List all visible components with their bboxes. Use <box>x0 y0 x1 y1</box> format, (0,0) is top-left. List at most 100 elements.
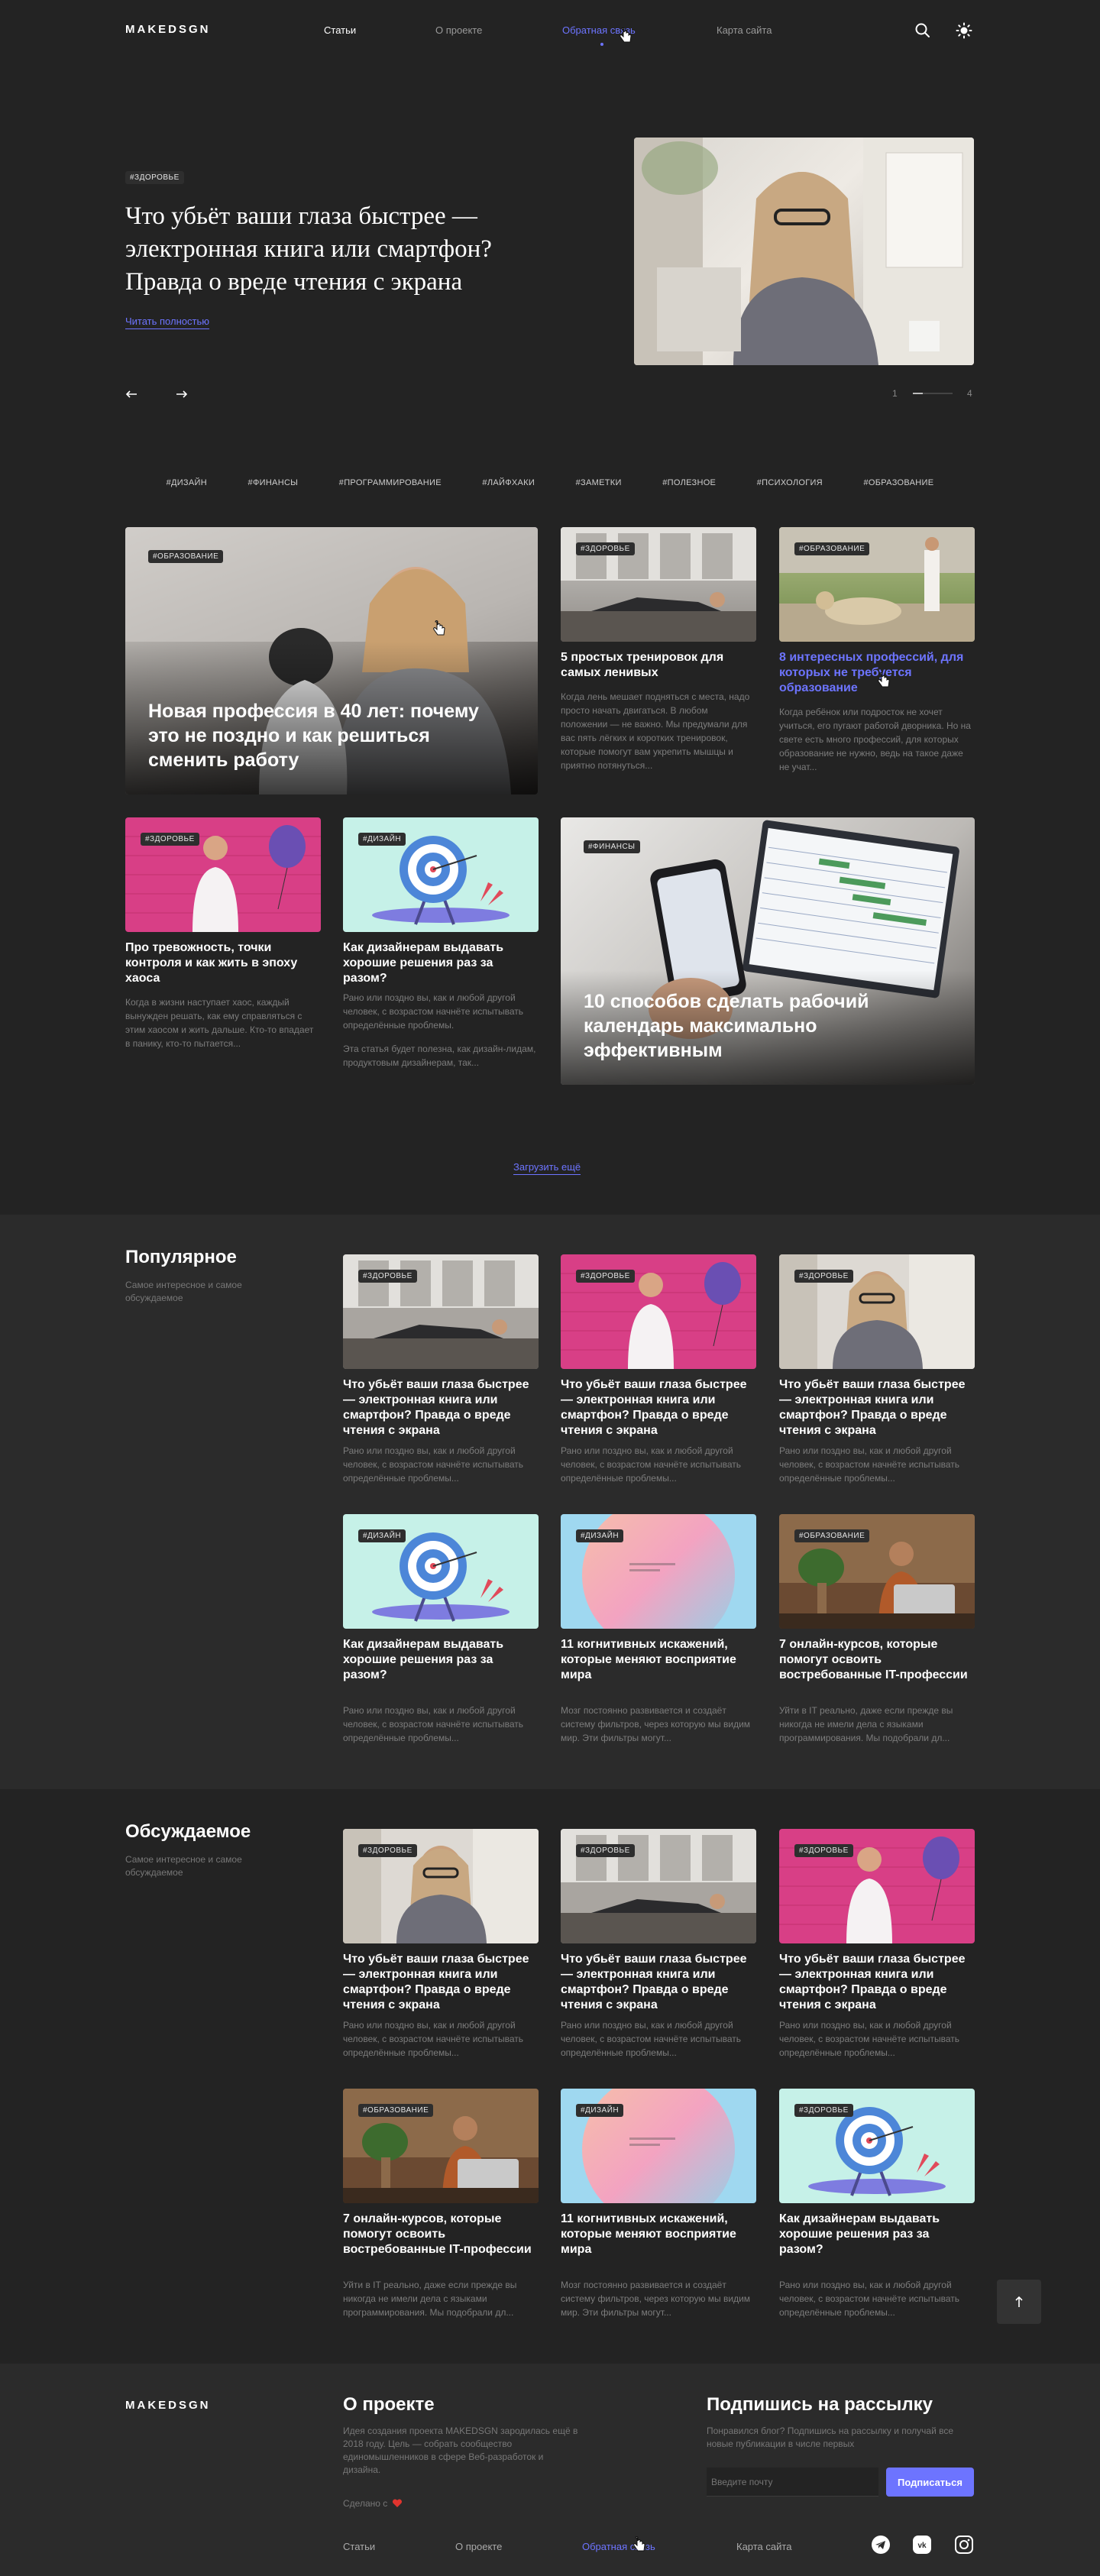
article-card[interactable]: #ДИЗАЙН 11 когнитивных искажений, которы… <box>561 2089 756 2333</box>
card-title[interactable]: 5 простых тренировок для самых ленивых <box>561 650 756 681</box>
footer-nav-sitemap[interactable]: Карта сайта <box>736 2541 791 2552</box>
hero-tag[interactable]: #ЗДОРОВЬЕ <box>125 171 184 184</box>
hero-title[interactable]: Что убьёт ваши глаза быстрее — электронн… <box>125 200 553 299</box>
article-card[interactable]: #ЗДОРОВЬЕ Что убьёт ваши глаза быстрее —… <box>343 1254 539 1499</box>
telegram-icon[interactable] <box>871 2535 891 2558</box>
article-card[interactable]: #ОБРАЗОВАНИЕ 7 онлайн-курсов, которые по… <box>779 1514 975 1759</box>
card-title[interactable]: 7 онлайн-курсов, которые помогут освоить… <box>779 1637 975 1698</box>
hero-pager-total: 4 <box>967 388 972 399</box>
hashtag-lifehacks[interactable]: #ЛАЙФХАКИ <box>482 478 535 487</box>
site-logo[interactable]: MAKEDSGN <box>125 23 211 36</box>
hashtag-finance[interactable]: #ФИНАНСЫ <box>248 478 299 487</box>
card-image[interactable]: #ЗДОРОВЬЕ <box>561 1254 756 1369</box>
card-title[interactable]: Как дизайнерам выдавать хорошие решения … <box>779 2212 975 2273</box>
card-title[interactable]: 11 когнитивных искажений, которые меняют… <box>561 1637 756 1698</box>
card-image[interactable]: #ОБРАЗОВАНИЕ <box>779 1514 975 1629</box>
hero-read-more-link[interactable]: Читать полностью <box>125 316 209 329</box>
card-tag[interactable]: #ЗДОРОВЬЕ <box>576 1270 635 1283</box>
article-card-image-workout[interactable]: #ЗДОРОВЬЕ <box>561 527 756 642</box>
article-card[interactable]: #ЗДОРОВЬЕ Как дизайнерам выдавать хороши… <box>779 2089 975 2333</box>
card-tag[interactable]: #ДИЗАЙН <box>576 1529 624 1542</box>
hashtag-psychology[interactable]: #ПСИХОЛОГИЯ <box>757 478 823 487</box>
card-excerpt: Рано или поздно вы, как и любой другой ч… <box>343 1445 524 1484</box>
card-excerpt: Мозг постоянно развивается и создаёт сис… <box>561 1705 751 1743</box>
hashtag-design[interactable]: #ДИЗАЙН <box>167 478 207 487</box>
article-card[interactable]: #ЗДОРОВЬЕ Что убьёт ваши глаза быстрее —… <box>561 1829 756 2073</box>
card-image[interactable]: #ЗДОРОВЬЕ <box>779 2089 975 2203</box>
footer-nav-articles[interactable]: Статьи <box>343 2541 375 2552</box>
card-image[interactable]: #ОБРАЗОВАНИЕ <box>343 2089 539 2203</box>
card-tag[interactable]: #ЗДОРОВЬЕ <box>358 1844 417 1857</box>
card-title[interactable]: 11 когнитивных искажений, которые меняют… <box>561 2212 756 2273</box>
card-tag[interactable]: #ЗДОРОВЬЕ <box>576 1844 635 1857</box>
card-title[interactable]: Как дизайнерам выдавать хорошие решения … <box>343 1637 539 1698</box>
article-card[interactable]: #ДИЗАЙН Как дизайнерам выдавать хорошие … <box>343 1514 539 1759</box>
card-title[interactable]: 7 онлайн-курсов, которые помогут освоить… <box>343 2212 539 2273</box>
card-title[interactable]: Как дизайнерам выдавать хорошие решения … <box>343 940 539 986</box>
card-title[interactable]: 10 способов сделать рабочий календарь ма… <box>584 989 874 1063</box>
card-title[interactable]: Что убьёт ваши глаза быстрее — электронн… <box>343 1952 539 2013</box>
card-tag[interactable]: #ДИЗАЙН <box>358 1529 406 1542</box>
scroll-to-top-button[interactable] <box>997 2280 1041 2324</box>
card-title[interactable]: Что убьёт ваши глаза быстрее — электронн… <box>561 1952 756 2013</box>
card-image[interactable]: #ЗДОРОВЬЕ <box>561 1829 756 1943</box>
card-image[interactable]: #ЗДОРОВЬЕ <box>779 1254 975 1369</box>
article-card-image-target[interactable]: #ДИЗАЙН <box>343 817 539 932</box>
card-tag[interactable]: #ЗДОРОВЬЕ <box>794 1844 853 1857</box>
article-card[interactable]: #ЗДОРОВЬЕ Что убьёт ваши глаза быстрее —… <box>561 1254 756 1499</box>
subscribe-button[interactable]: Подписаться <box>886 2468 974 2497</box>
article-card[interactable]: #ОБРАЗОВАНИЕ 7 онлайн-курсов, которые по… <box>343 2089 539 2333</box>
card-title[interactable]: Что убьёт ваши глаза быстрее — электронн… <box>779 1952 975 2013</box>
card-title[interactable]: Новая профессия в 40 лет: почему это не … <box>148 699 492 772</box>
card-excerpt-2: Эта статья будет полезна, как дизайн-лид… <box>343 1044 536 1068</box>
article-card-big-calendar[interactable]: #ФИНАНСЫ 10 способов сделать рабочий кал… <box>561 817 975 1085</box>
card-image[interactable]: #ЗДОРОВЬЕ <box>343 1254 539 1369</box>
article-card[interactable]: #ЗДОРОВЬЕ Что убьёт ваши глаза быстрее —… <box>779 1829 975 2073</box>
vk-icon[interactable]: vk <box>912 2535 932 2558</box>
card-tag[interactable]: #ДИЗАЙН <box>576 2104 624 2117</box>
card-title[interactable]: Что убьёт ваши глаза быстрее — электронн… <box>561 1377 756 1438</box>
hero-image[interactable] <box>634 138 974 365</box>
article-card-image-dog[interactable]: #ОБРАЗОВАНИЕ <box>779 527 975 642</box>
footer-logo[interactable]: MAKEDSGN <box>125 2399 211 2412</box>
card-image[interactable]: #ЗДОРОВЬЕ <box>343 1829 539 1943</box>
hashtag-education[interactable]: #ОБРАЗОВАНИЕ <box>863 478 933 487</box>
card-tag[interactable]: #ЗДОРОВЬЕ <box>794 2104 853 2117</box>
card-title[interactable]: Что убьёт ваши глаза быстрее — электронн… <box>779 1377 975 1438</box>
nav-about[interactable]: О проекте <box>435 24 482 36</box>
card-tag[interactable]: #ЗДОРОВЬЕ <box>141 833 199 846</box>
article-card[interactable]: #ДИЗАЙН 11 когнитивных искажений, которы… <box>561 1514 756 1759</box>
theme-toggle-sun-icon[interactable] <box>956 22 972 39</box>
card-tag[interactable]: #ОБРАЗОВАНИЕ <box>358 2104 434 2117</box>
nav-sitemap[interactable]: Карта сайта <box>717 24 772 36</box>
card-tag[interactable]: #ЗДОРОВЬЕ <box>794 1270 853 1283</box>
email-input[interactable] <box>707 2468 878 2497</box>
card-title[interactable]: Что убьёт ваши глаза быстрее — электронн… <box>343 1377 539 1438</box>
card-image[interactable]: #ДИЗАЙН <box>343 1514 539 1629</box>
footer-nav-about[interactable]: О проекте <box>455 2541 502 2552</box>
card-tag[interactable]: #ЗДОРОВЬЕ <box>358 1270 417 1283</box>
card-tag[interactable]: #ОБРАЗОВАНИЕ <box>148 550 224 563</box>
card-image[interactable]: #ДИЗАЙН <box>561 1514 756 1629</box>
load-more-button[interactable]: Загрузить ещё <box>513 1161 581 1175</box>
card-tag[interactable]: #ОБРАЗОВАНИЕ <box>794 542 870 555</box>
card-image[interactable]: #ЗДОРОВЬЕ <box>779 1829 975 1943</box>
nav-articles[interactable]: Статьи <box>324 24 356 36</box>
hero-prev-arrow-icon[interactable] <box>125 388 138 402</box>
article-card-big-profession[interactable]: #ОБРАЗОВАНИЕ Новая профессия в 40 лет: п… <box>125 527 538 794</box>
hero-next-arrow-icon[interactable] <box>176 388 188 402</box>
card-tag[interactable]: #ДИЗАЙН <box>358 833 406 846</box>
card-tag[interactable]: #ФИНАНСЫ <box>584 840 640 853</box>
card-tag[interactable]: #ОБРАЗОВАНИЕ <box>794 1529 870 1542</box>
card-tag[interactable]: #ЗДОРОВЬЕ <box>576 542 635 555</box>
hashtag-programming[interactable]: #ПРОГРАММИРОВАНИЕ <box>339 478 442 487</box>
article-card[interactable]: #ЗДОРОВЬЕ Что убьёт ваши глаза быстрее —… <box>779 1254 975 1499</box>
hashtag-notes[interactable]: #ЗАМЕТКИ <box>576 478 622 487</box>
card-title[interactable]: Про тревожность, точки контроля и как жи… <box>125 940 321 986</box>
article-card-image-anxiety[interactable]: #ЗДОРОВЬЕ <box>125 817 321 932</box>
card-image[interactable]: #ДИЗАЙН <box>561 2089 756 2203</box>
hashtag-useful[interactable]: #ПОЛЕЗНОЕ <box>662 478 716 487</box>
search-icon[interactable] <box>914 22 931 39</box>
instagram-icon[interactable] <box>954 2535 974 2558</box>
article-card[interactable]: #ЗДОРОВЬЕ Что убьёт ваши глаза быстрее —… <box>343 1829 539 2073</box>
